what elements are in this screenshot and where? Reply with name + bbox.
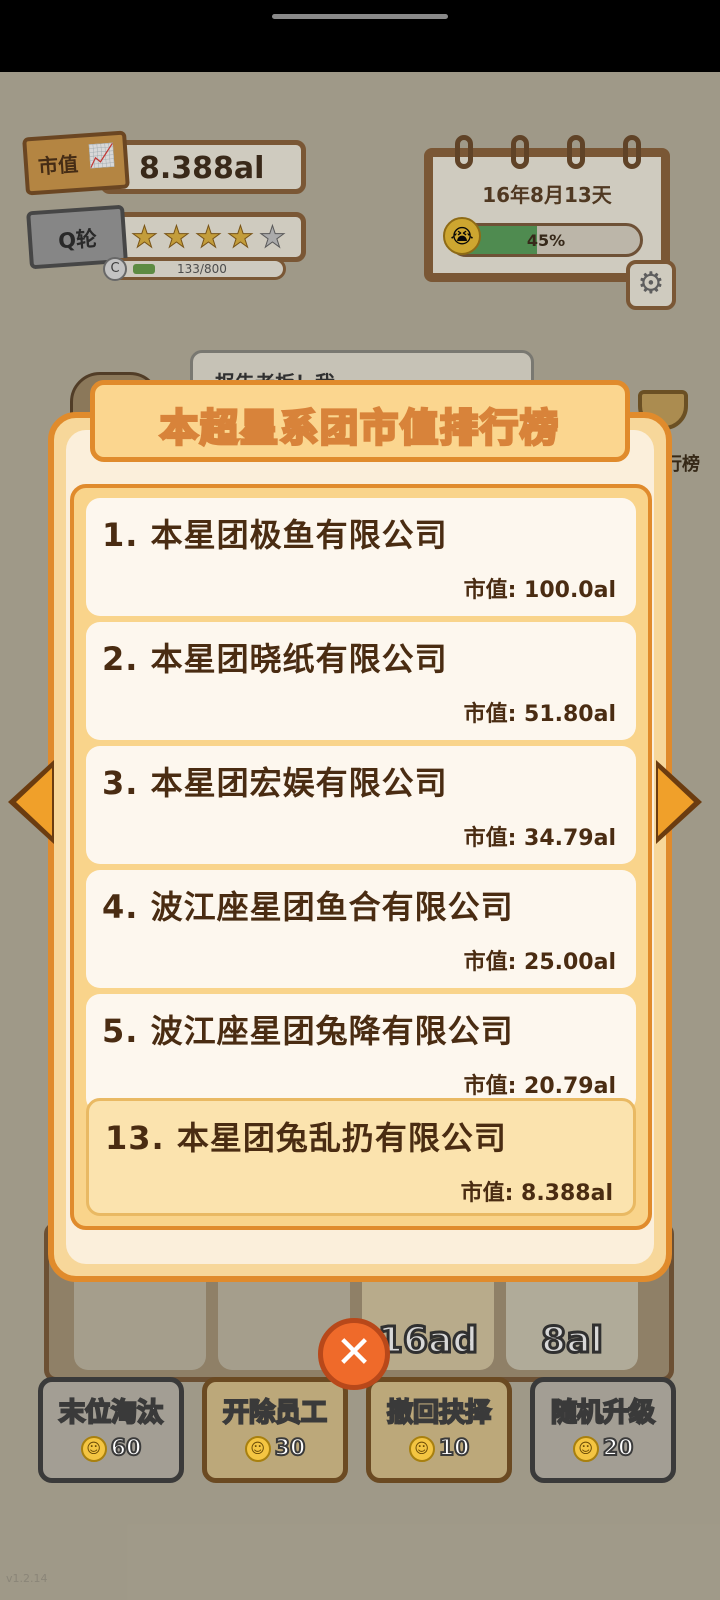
leaderboard-row: 1. 本星团极鱼有限公司 市值: 100.0al — [86, 498, 636, 616]
action-cost: ☺ 60 — [43, 1435, 179, 1462]
company-market-value: 市值: 51.80al — [463, 702, 616, 727]
action-label: 末位淘汰 — [58, 1397, 164, 1429]
action-label: 随机升级 — [550, 1397, 656, 1429]
leaderboard-row: 3. 本星团宏娱有限公司 市值: 34.79al — [86, 746, 636, 864]
previous-page-arrow-icon[interactable] — [8, 760, 54, 844]
leaderboard-row: 2. 本星团晓纸有限公司 市值: 51.80al — [86, 622, 636, 740]
company-market-value: 市值: 100.0al — [463, 578, 616, 603]
eliminate-last-button[interactable]: 末位淘汰 ☺ 60 — [38, 1377, 184, 1483]
company-market-value: 市值: 20.79al — [463, 1074, 616, 1099]
leaderboard-row: 4. 波江座星团鱼合有限公司 市值: 25.00al — [86, 870, 636, 988]
company-market-value: 市值: 34.79al — [463, 826, 616, 851]
next-page-arrow-icon[interactable] — [656, 760, 702, 844]
own-company-row: 13. 本星团兔乱扔有限公司 市值: 8.388al — [86, 1098, 636, 1216]
action-label: 开除员工 — [222, 1397, 328, 1429]
modal-title-plate: 本超星系团市值排行榜 — [90, 380, 630, 462]
company-name: 3. 本星团宏娱有限公司 — [102, 764, 448, 802]
smile-coin-icon: ☺ — [80, 1436, 107, 1462]
random-upgrade-button[interactable]: 随机升级 ☺ 20 — [530, 1377, 676, 1483]
company-name: 5. 波江座星团兔降有限公司 — [102, 1012, 514, 1050]
version-label: v1.2.14 — [6, 1572, 48, 1585]
own-company-name: 13. 本星团兔乱扔有限公司 — [105, 1119, 507, 1157]
undo-choice-button[interactable]: 撤回抉择 ☺ 10 — [366, 1377, 512, 1483]
smile-coin-icon: ☺ — [408, 1436, 435, 1462]
company-name: 2. 本星团晓纸有限公司 — [102, 640, 448, 678]
company-market-value: 市值: 25.00al — [463, 950, 616, 975]
gesture-pill[interactable] — [272, 14, 448, 19]
action-cost: ☺ 20 — [535, 1435, 671, 1462]
smile-coin-icon: ☺ — [572, 1436, 599, 1462]
own-company-market-value: 市值: 8.388al — [460, 1181, 613, 1206]
action-cost: ☺ 30 — [207, 1435, 343, 1462]
leaderboard-list[interactable]: 1. 本星团极鱼有限公司 市值: 100.0al 2. 本星团晓纸有限公司 市值… — [70, 484, 652, 1230]
close-icon: ✕ — [335, 1327, 373, 1378]
status-bar — [0, 0, 720, 72]
action-cost: ☺ 10 — [371, 1435, 507, 1462]
close-button[interactable]: ✕ — [318, 1318, 390, 1390]
action-label: 撤回抉择 — [386, 1397, 492, 1429]
modal-title: 本超星系团市值排行榜 — [158, 405, 560, 452]
company-name: 4. 波江座星团鱼合有限公司 — [102, 888, 514, 926]
smile-coin-icon: ☺ — [244, 1436, 271, 1462]
company-name: 1. 本星团极鱼有限公司 — [102, 516, 448, 554]
fire-employee-button[interactable]: 开除员工 ☺ 30 — [202, 1377, 348, 1483]
game-screen: 8.388al 市值 📈 ★ ★ ★ ★ ★ Q轮 C 133/800 16年8… — [0, 72, 720, 1600]
leaderboard-row: 5. 波江座星团兔降有限公司 市值: 20.79al — [86, 994, 636, 1112]
